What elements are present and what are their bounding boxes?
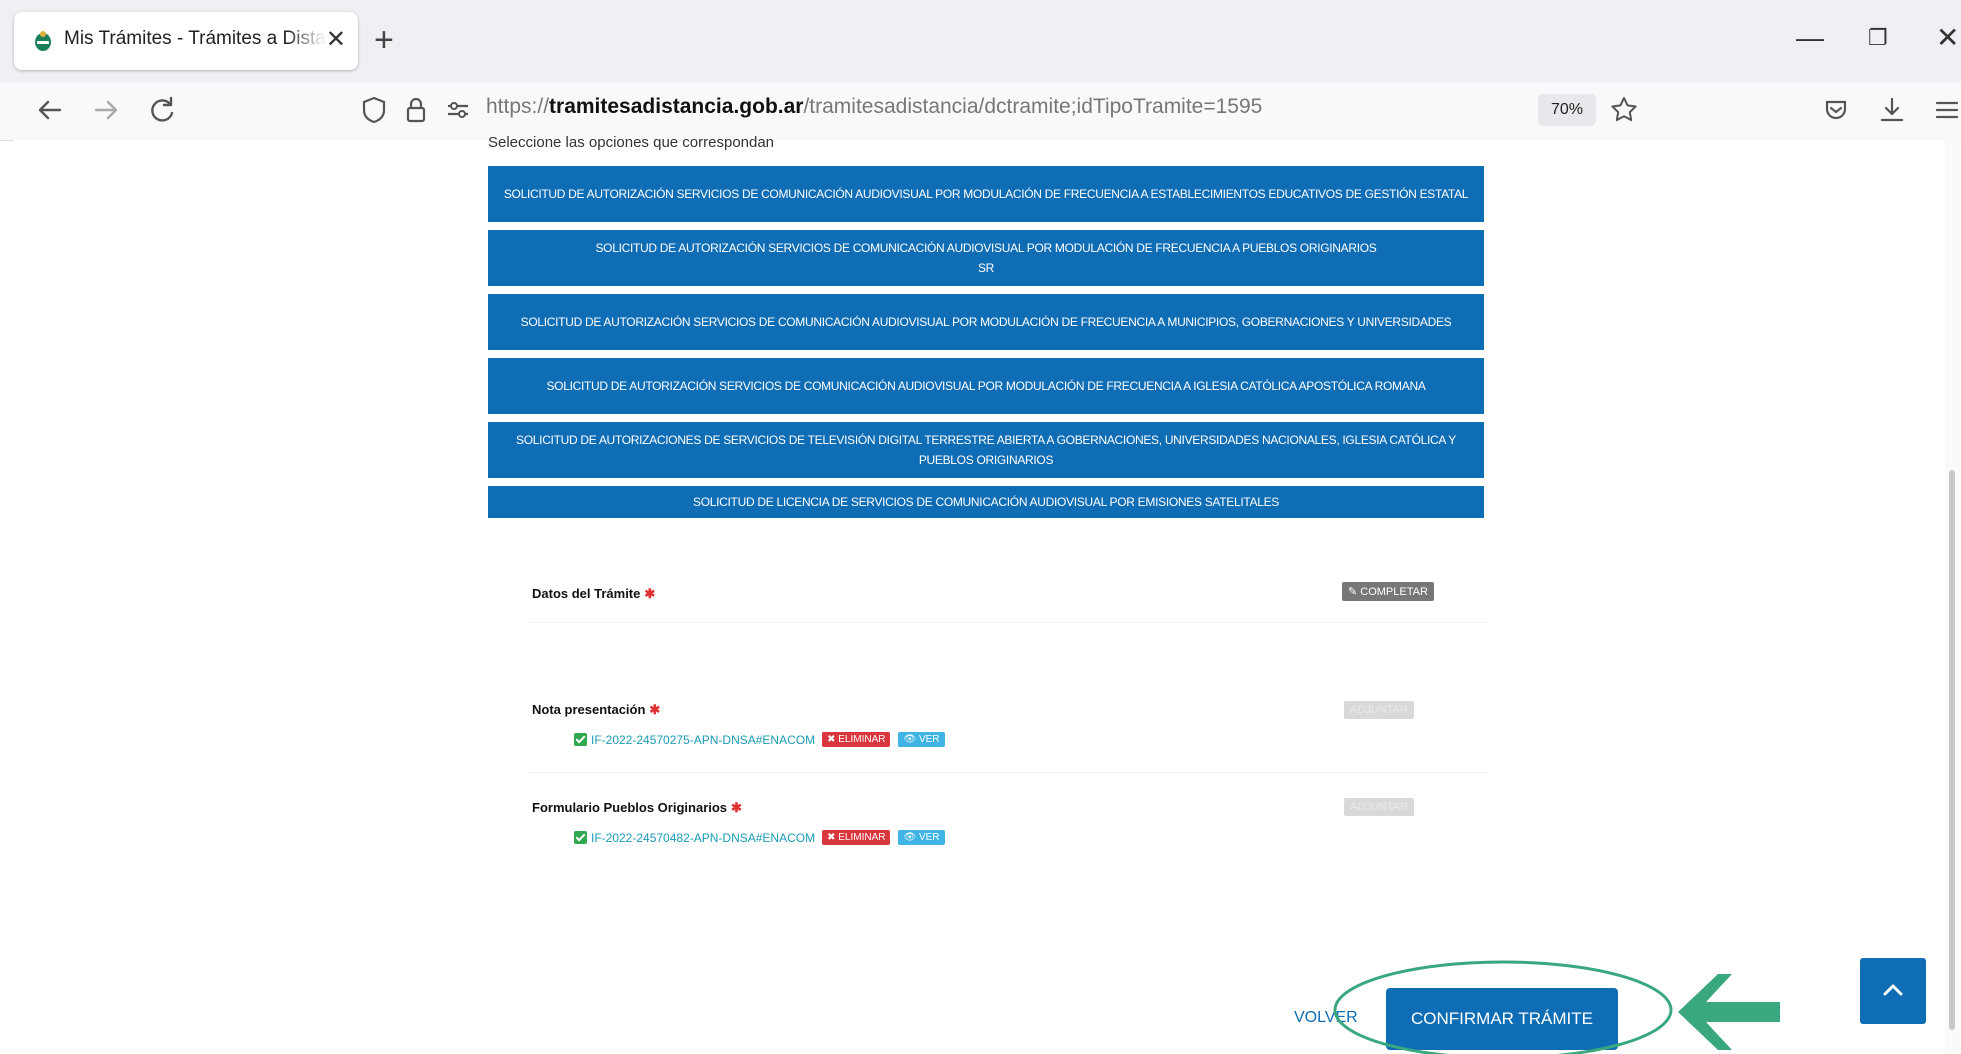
attached-file: IF-2022-24570482-APN-DNSA#ENACOM ✖ ELIMI… — [574, 830, 945, 845]
argentina-emblem-icon — [35, 31, 51, 51]
permissions-icon[interactable] — [440, 92, 476, 128]
url-host: tramitesadistancia.gob.ar — [549, 95, 804, 118]
browser-tab[interactable]: Mis Trámites - Trámites a Distancia ✕ — [14, 12, 358, 70]
navigation-toolbar: https://tramitesadistancia.gob.ar/tramit… — [0, 82, 1961, 141]
reload-icon[interactable] — [144, 92, 180, 128]
requirement-label: Datos del Trámite ✱ — [532, 586, 655, 602]
option-emisiones-satelitales[interactable]: SOLICITUD DE LICENCIA DE SERVICIOS DE CO… — [488, 486, 1484, 518]
requirement-label-text: Formulario Pueblos Originarios — [532, 800, 728, 815]
required-icon: ✱ — [644, 586, 656, 601]
check-icon — [574, 831, 587, 844]
view-button[interactable]: 👁 VER — [898, 732, 945, 747]
option-pueblos-originarios-suffix: SR — [977, 261, 995, 275]
shield-icon[interactable] — [356, 92, 392, 128]
option-television-digital[interactable]: SOLICITUD DE AUTORIZACIONES DE SERVICIOS… — [488, 422, 1484, 478]
url-path: /tramitesadistancia/dctramite;idTipoTram… — [803, 95, 1263, 118]
url-bar[interactable]: https://tramitesadistancia.gob.ar/tramit… — [486, 95, 1536, 119]
attached-file: IF-2022-24570275-APN-DNSA#ENACOM ✖ ELIMI… — [574, 732, 945, 747]
tab-title: Mis Trámites - Trámites a Distancia — [64, 28, 326, 49]
star-icon[interactable] — [1606, 92, 1642, 128]
chevron-up-icon — [1883, 984, 1903, 996]
menu-icon[interactable] — [1928, 92, 1959, 128]
delete-button[interactable]: ✖ ELIMINAR — [822, 732, 891, 747]
delete-button[interactable]: ✖ ELIMINAR — [822, 830, 891, 845]
file-name[interactable]: IF-2022-24570482-APN-DNSA#ENACOM — [591, 831, 815, 845]
required-icon: ✱ — [731, 800, 742, 815]
minimize-button[interactable]: — — [1796, 18, 1824, 58]
requirement-label: Formulario Pueblos Originarios ✱ — [532, 800, 742, 816]
check-icon — [574, 733, 587, 746]
requirement-label: Nota presentación ✱ — [532, 702, 660, 718]
option-municipios[interactable]: SOLICITUD DE AUTORIZACIÓN SERVICIOS DE C… — [488, 294, 1484, 350]
pocket-icon[interactable] — [1818, 92, 1854, 128]
requirement-label-text: Datos del Trámite — [532, 586, 641, 601]
file-name[interactable]: IF-2022-24570275-APN-DNSA#ENACOM — [591, 733, 815, 747]
arrow-left-icon[interactable] — [32, 92, 68, 128]
zoom-badge[interactable]: 70% — [1538, 94, 1596, 126]
highlight-ellipse — [1333, 960, 1673, 1054]
option-pueblos-originarios-label: SOLICITUD DE AUTORIZACIÓN SERVICIOS DE C… — [595, 241, 1377, 255]
browser-window: Mis Trámites - Trámites a Distancia ✕ + … — [0, 0, 1961, 1054]
back-to-top-button[interactable] — [1860, 958, 1926, 1024]
instruction-text: Seleccione las opciones que correspondan — [488, 134, 775, 151]
required-icon: ✱ — [649, 702, 661, 717]
requirement-nota-presentacion: Nota presentación ✱ ADJUNTAR IF-2022-2457… — [532, 701, 1488, 762]
new-tab-button[interactable]: + — [374, 20, 394, 60]
arrow-right-icon[interactable] — [88, 92, 124, 128]
requirement-datos-tramite: Datos del Trámite ✱ ✎ COMPLETAR — [532, 582, 1488, 626]
option-iglesia-catolica[interactable]: SOLICITUD DE AUTORIZACIÓN SERVICIOS DE C… — [488, 358, 1484, 414]
requirement-formulario-pueblos: Formulario Pueblos Originarios ✱ ADJUNTAR… — [532, 798, 1488, 860]
close-window-button[interactable]: ✕ — [1936, 18, 1959, 58]
divider — [528, 772, 1488, 773]
restore-button[interactable]: ❐ — [1868, 18, 1888, 58]
divider — [528, 622, 1488, 623]
download-icon[interactable] — [1874, 92, 1910, 128]
option-establecimientos-educativos[interactable]: SOLICITUD DE AUTORIZACIÓN SERVICIOS DE C… — [488, 166, 1484, 222]
tab-close-icon[interactable]: ✕ — [326, 26, 346, 54]
option-pueblos-originarios[interactable]: SOLICITUD DE AUTORIZACIÓN SERVICIOS DE C… — [488, 230, 1484, 286]
scroll-thumb[interactable] — [1949, 470, 1955, 1030]
arrow-left-callout-icon — [1678, 974, 1780, 1050]
attach-button[interactable]: ADJUNTAR — [1344, 798, 1414, 816]
page-scrollbar[interactable] — [1945, 140, 1961, 1054]
complete-button[interactable]: ✎ COMPLETAR — [1342, 582, 1434, 601]
view-button[interactable]: 👁 VER — [898, 830, 945, 845]
attach-button[interactable]: ADJUNTAR — [1344, 701, 1414, 719]
requirement-label-text: Nota presentación — [532, 702, 646, 717]
lock-icon[interactable] — [398, 92, 434, 128]
url-prefix: https:// — [486, 95, 550, 118]
tab-strip: Mis Trámites - Trámites a Distancia ✕ + … — [0, 0, 1961, 82]
